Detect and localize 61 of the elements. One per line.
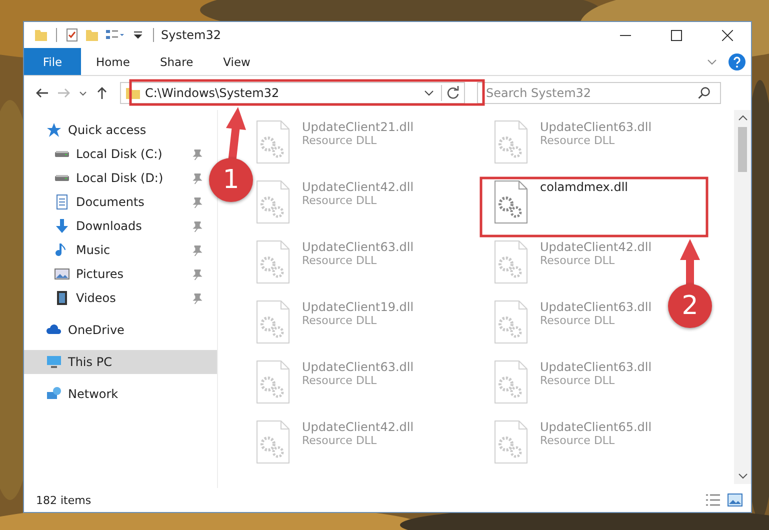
file-type: Resource DLL	[302, 314, 378, 327]
star-icon	[46, 122, 62, 138]
file-type: Resource DLL	[302, 194, 378, 207]
file-type: Resource DLL	[302, 434, 378, 447]
pin-icon[interactable]	[192, 172, 203, 184]
pin-icon[interactable]	[192, 220, 203, 232]
ribbon-tab[interactable]: Home	[81, 48, 145, 75]
file-type: Resource DLL	[540, 314, 616, 327]
sidebar-item[interactable]: Music	[76, 243, 110, 257]
pin-icon[interactable]	[192, 292, 203, 304]
sidebar-item[interactable]: Videos	[76, 291, 116, 305]
close-icon[interactable]	[722, 30, 733, 40]
file-type: Resource DLL	[302, 374, 378, 387]
file-type: Resource DLL	[540, 134, 616, 147]
ribbon-tab[interactable]: Share	[144, 48, 208, 75]
pc-icon	[46, 354, 62, 370]
pictures-icon	[54, 266, 70, 282]
pin-icon[interactable]	[192, 268, 203, 280]
scroll-down-icon[interactable]	[738, 473, 748, 479]
sidebar-item[interactable]: Quick access	[68, 123, 146, 137]
item-count: 182 items	[36, 494, 92, 506]
file-type: Resource DLL	[302, 134, 378, 147]
dll-file-icon[interactable]	[494, 180, 528, 224]
sidebar-item[interactable]: Local Disk (C:)	[76, 147, 162, 161]
address-bar[interactable]: C:\Windows\System32	[120, 82, 465, 104]
sidebar-item[interactable]: Network	[68, 387, 118, 401]
downloads-icon	[54, 218, 70, 234]
window-title: System32	[161, 28, 222, 42]
sidebar-item[interactable]: Downloads	[76, 219, 142, 233]
ribbon-tab[interactable]: View	[208, 48, 266, 75]
sidebar-item[interactable]: Documents	[76, 195, 144, 209]
scroll-thumb[interactable]	[738, 127, 747, 172]
documents-icon	[54, 194, 70, 210]
large-icons-view-icon[interactable]	[727, 493, 743, 507]
ribbon-tab[interactable]: File	[24, 48, 81, 75]
videos-icon	[54, 290, 70, 306]
file-name[interactable]: colamdmex.dll	[540, 180, 628, 194]
maximize-icon[interactable]	[671, 30, 682, 40]
folder-icon[interactable]	[33, 27, 49, 43]
sidebar-item[interactable]: OneDrive	[68, 323, 124, 337]
sidebar-item[interactable]: Pictures	[76, 267, 124, 281]
drive-icon	[54, 150, 70, 158]
sidebar-item[interactable]: Local Disk (D:)	[76, 171, 164, 185]
file-type: Resource DLL	[540, 434, 616, 447]
help-icon[interactable]	[728, 52, 746, 70]
file-type: Resource DLL	[302, 254, 378, 267]
properties-icon[interactable]	[64, 27, 80, 43]
search-field[interactable]: Search System32	[477, 82, 721, 104]
details-view-icon[interactable]	[705, 493, 721, 507]
folder-icon	[125, 85, 141, 101]
pin-icon[interactable]	[192, 148, 203, 160]
file-type: Resource DLL	[540, 254, 616, 267]
scrollbar[interactable]	[734, 110, 751, 484]
file-type: Resource DLL	[540, 374, 616, 387]
address-path: C:\Windows\System32	[145, 86, 280, 100]
sidebar-item[interactable]: This PC	[68, 355, 112, 369]
scroll-up-icon[interactable]	[738, 115, 748, 121]
drive-icon	[54, 174, 70, 182]
pin-icon[interactable]	[192, 196, 203, 208]
pin-icon[interactable]	[192, 244, 203, 256]
network-icon	[46, 386, 62, 402]
